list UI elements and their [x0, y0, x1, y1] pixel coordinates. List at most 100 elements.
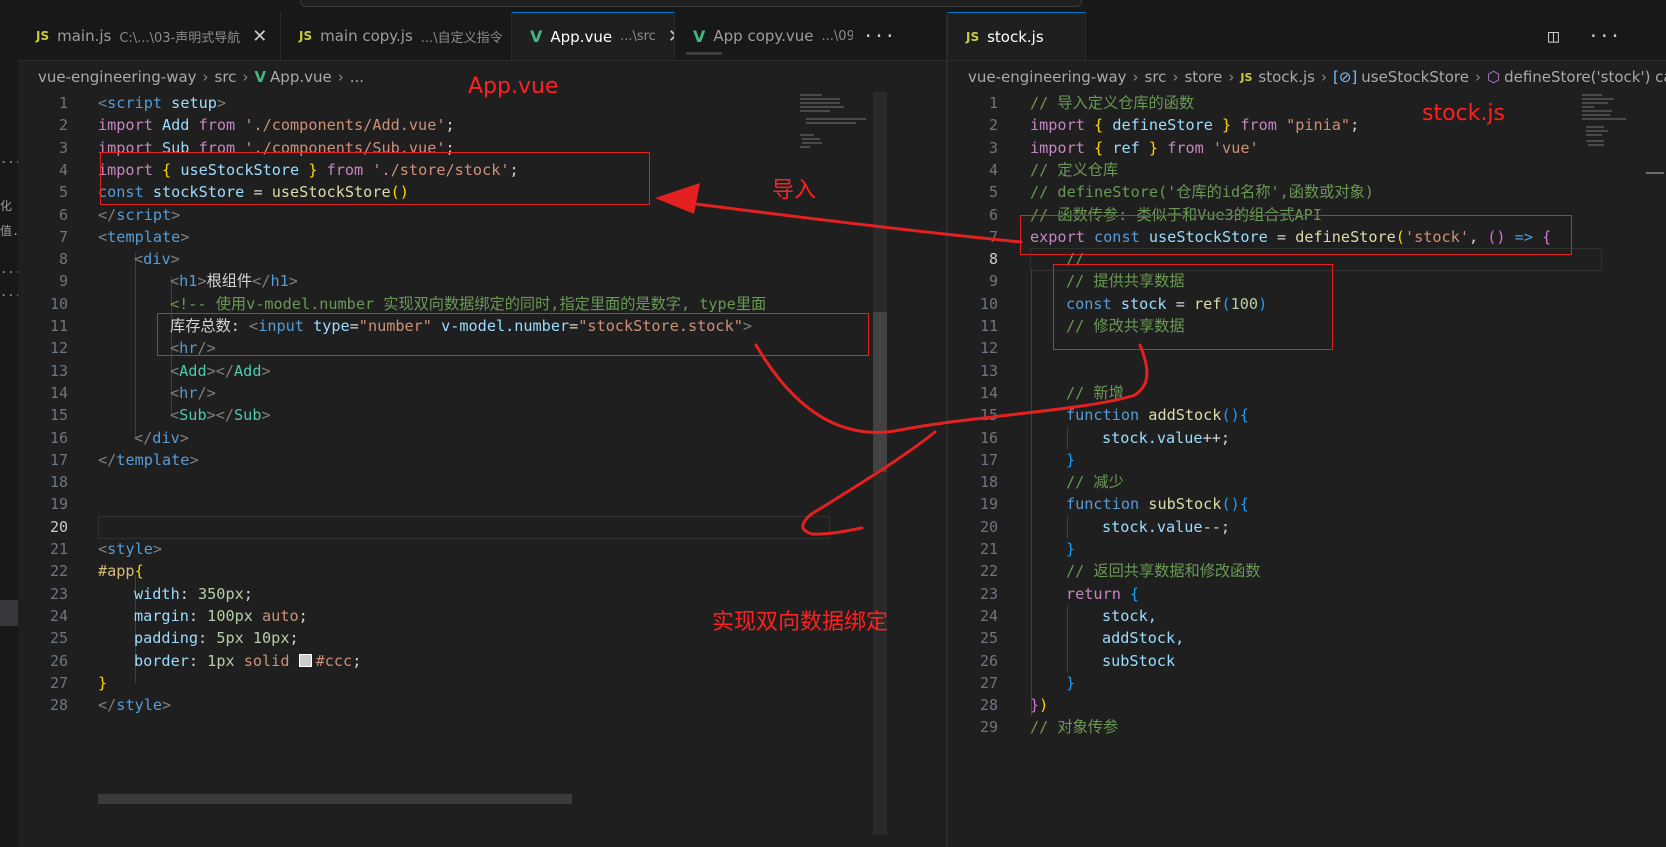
side-item[interactable]: ...	[0, 262, 18, 276]
code-line: function addStock(){	[1066, 406, 1249, 425]
line-number: 23	[979, 584, 998, 603]
js-file-icon: JS	[299, 29, 313, 43]
breadcrumb-item[interactable]: src	[1145, 68, 1167, 86]
line-number: 6	[58, 205, 68, 224]
line-number: 5	[988, 183, 998, 202]
side-item[interactable]: ...	[0, 152, 18, 166]
code-editor-left[interactable]: 1 2 3 4 5 6 7 8 9 10 11 12 13 14 15 16 1…	[18, 92, 946, 847]
breadcrumb-item[interactable]: useStockStore	[1361, 68, 1469, 86]
line-number: 18	[979, 473, 998, 492]
code-line: <hr/>	[170, 383, 216, 402]
split-editor-icon[interactable]: ◫	[1548, 12, 1559, 60]
line-number: 3	[58, 138, 68, 157]
vertical-scrollbar-left[interactable]	[873, 92, 887, 835]
js-file-icon: JS	[1240, 70, 1253, 84]
editor-group-right: JS stock.js ● ◫ ··· vue-engineering-way›…	[948, 12, 1666, 847]
line-number: 4	[58, 160, 68, 179]
code-line: stock.value--;	[1102, 517, 1231, 536]
breadcrumb-item[interactable]: vue-engineering-way	[38, 68, 197, 86]
line-number-current: 8	[988, 250, 998, 269]
tab-main-js[interactable]: JS main.js C:\...\03-声明式导航 ✕	[18, 12, 281, 60]
code-line: import { defineStore } from "pinia";	[1030, 116, 1360, 135]
code-line: width: 350px;	[134, 584, 253, 603]
side-selection	[0, 600, 18, 626]
breadcrumb-item[interactable]: src	[215, 68, 237, 86]
tab-main-copy-js[interactable]: JS main copy.js ...\自定义指令	[281, 12, 512, 60]
vue-file-icon: V	[530, 27, 543, 46]
command-center[interactable]	[300, 0, 1082, 7]
variable-symbol-icon: [⊘]	[1332, 68, 1358, 86]
code-line: }	[1066, 450, 1076, 469]
tab-path: ...\自定义指令	[420, 30, 503, 46]
line-number: 19	[49, 495, 68, 514]
code-line: }	[98, 673, 108, 692]
tab-scroll[interactable]	[686, 52, 722, 55]
more-actions-icon[interactable]: ···	[854, 12, 904, 60]
line-number: 25	[979, 629, 998, 648]
line-number: 8	[58, 250, 68, 269]
code-line: <style>	[98, 540, 163, 558]
code-line: </style>	[98, 696, 172, 715]
breadcrumb-item[interactable]: App.vue	[270, 68, 332, 86]
side-item[interactable]: ...	[0, 285, 18, 299]
code-line: import { ref } from 'vue'	[1030, 138, 1259, 157]
code-line: // 减少	[1066, 473, 1124, 492]
breadcrumb-item[interactable]: defineStore('stock') callback	[1504, 68, 1666, 86]
line-number: 29	[979, 718, 998, 737]
line-number: 1	[988, 94, 998, 112]
breadcrumb-item[interactable]: stock.js	[1258, 68, 1315, 86]
more-actions-icon[interactable]: ···	[1588, 12, 1621, 60]
line-number: 26	[979, 651, 998, 670]
line-number: 23	[49, 584, 68, 603]
tab-label: App copy.vue	[713, 27, 814, 45]
tab-path: ...\09	[821, 28, 853, 44]
horizontal-scrollbar-left[interactable]	[98, 794, 572, 804]
line-number: 11	[49, 317, 68, 335]
code-line: <Sub></Sub>	[170, 406, 271, 425]
code-line: subStock	[1102, 651, 1176, 670]
line-number: 3	[988, 138, 998, 157]
annotation-import: 导入	[772, 178, 817, 203]
tab-label: main copy.js	[320, 27, 413, 45]
scrollbar-thumb[interactable]	[873, 312, 887, 472]
line-number: 10	[49, 294, 68, 313]
line-number: 12	[979, 339, 998, 358]
js-file-icon: JS	[966, 29, 980, 44]
line-number: 7	[58, 227, 68, 246]
code-line: </script>	[98, 205, 181, 224]
code-line: // 返回共享数据和修改函数	[1066, 562, 1261, 581]
side-item[interactable]: 化	[0, 197, 18, 214]
code-line: #app{	[98, 562, 144, 581]
code-line: // defineStore('仓库的id名称',函数或对象)	[1030, 183, 1374, 202]
close-icon[interactable]: ✕	[252, 26, 267, 47]
minimap-right[interactable]	[1578, 92, 1648, 252]
code-line: </div>	[134, 428, 189, 447]
tab-stock-js[interactable]: JS stock.js ●	[948, 12, 1086, 60]
code-line: border: 1px solid #ccc;	[134, 651, 362, 670]
code-line: <div>	[134, 250, 180, 269]
line-number: 22	[979, 562, 998, 581]
breadcrumb-right: vue-engineering-way › src › store › JS stock…	[948, 64, 1666, 90]
color-swatch[interactable]	[298, 653, 312, 667]
code-line: // 定义仓库	[1030, 160, 1119, 179]
code-line: }	[1066, 673, 1076, 692]
line-number: 7	[988, 227, 998, 246]
breadcrumb-item[interactable]: vue-engineering-way	[968, 68, 1127, 86]
code-line: stock,	[1102, 606, 1157, 625]
tab-path: ...\src	[620, 29, 656, 44]
line-number: 5	[58, 183, 68, 202]
side-item[interactable]: 值...	[0, 222, 18, 239]
line-number: 19	[979, 495, 998, 514]
close-icon[interactable]: ✕	[668, 26, 674, 47]
code-line: // 导入定义仓库的函数	[1030, 94, 1195, 112]
line-number: 17	[979, 450, 998, 469]
line-number: 14	[979, 383, 998, 402]
highlight-box-export	[1020, 215, 1572, 255]
editor-group-left: JS main.js C:\...\03-声明式导航 ✕ JS main cop…	[18, 12, 946, 847]
code-line: import Add from './components/Add.vue';	[98, 116, 455, 135]
breadcrumb-item[interactable]: ...	[350, 68, 364, 86]
tab-app-vue[interactable]: V App.vue ...\src ✕	[512, 12, 675, 60]
code-editor-right[interactable]: 1 2 3 4 5 6 7 8 9 10 11 12 13 14 15 16 1…	[948, 92, 1666, 847]
tab-bar-left: JS main.js C:\...\03-声明式导航 ✕ JS main cop…	[18, 12, 946, 61]
breadcrumb-item[interactable]: store	[1184, 68, 1222, 86]
